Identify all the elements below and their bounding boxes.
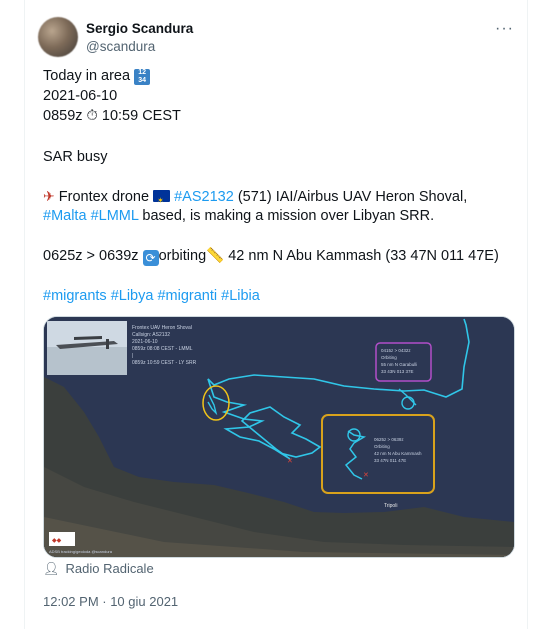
hashtag-link[interactable]: #LMML bbox=[91, 208, 139, 224]
yellow-box-line: 0625z > 0639z bbox=[374, 437, 404, 442]
purple-box-line: 33 43N 013 37E bbox=[381, 369, 414, 374]
source-label[interactable]: 👤︎ Radio Radicale bbox=[43, 561, 154, 577]
tweet-text: Today in area bbox=[43, 68, 131, 84]
more-horizontal-icon[interactable]: ··· bbox=[495, 20, 514, 38]
tweet-media-map[interactable]: Frontex UAV Heron Shoval Callsign: AS213… bbox=[43, 316, 515, 558]
stopwatch-icon: ⏱ bbox=[86, 108, 98, 124]
purple-box-line: 55 nm N Garabulli bbox=[381, 362, 417, 367]
caption-line: Frontex UAV Heron Shoval bbox=[132, 325, 192, 331]
yellow-box-line: 42 nm N Abu Kammash bbox=[374, 451, 422, 456]
avatar[interactable] bbox=[38, 17, 78, 57]
ruler-icon: 📏 bbox=[206, 248, 225, 264]
marker-icon: ✕ bbox=[287, 458, 293, 465]
tweet-text: Frontex drone bbox=[58, 189, 150, 205]
logo-icon: ◆◆ bbox=[52, 538, 62, 544]
tweet-line-3: 0859z ⏱ 10:59 CEST bbox=[43, 106, 181, 126]
tweet-line-7: 0625z > 0639z ⟳ orbiting📏 42 nm N Abu Kam… bbox=[43, 246, 499, 266]
tweet-text: (571) IAI/Airbus UAV Heron Shoval, bbox=[237, 189, 468, 205]
caption-line: 0859z 08:08 CEST - LMML bbox=[132, 346, 193, 352]
yellow-box-line: 33 47N 011 47E bbox=[374, 458, 406, 463]
hashtag-row: #migrants #Libya #migranti #Libia bbox=[43, 286, 260, 306]
tweet-line-5: ✈ Frontex drone #AS2132 (571) IAI/Airbus… bbox=[43, 186, 468, 211]
hashtag-link[interactable]: #AS2132 bbox=[174, 189, 234, 205]
marker-icon: ✕ bbox=[363, 472, 369, 479]
tweet-text: 42 nm N Abu Kammash (33 47N 011 47E) bbox=[228, 248, 499, 264]
caption-line: | bbox=[132, 353, 133, 359]
source-text: Radio Radicale bbox=[65, 561, 154, 576]
hashtag-link[interactable]: #migranti bbox=[157, 288, 217, 304]
caption-line: 0859z 10:59 CEST - LY SRR bbox=[132, 360, 197, 366]
yellow-box-line: Orbiting bbox=[374, 444, 390, 449]
tweet-text: 10:59 CEST bbox=[101, 108, 181, 124]
map-image: Frontex UAV Heron Shoval Callsign: AS213… bbox=[44, 317, 514, 557]
tweet-text: 0625z > 0639z bbox=[43, 248, 139, 264]
person-icon: 👤︎ bbox=[43, 561, 60, 576]
tweet-line-1: Today in area 12 34 bbox=[43, 66, 151, 86]
author-name[interactable]: Sergio Scandura bbox=[86, 21, 193, 36]
credit-text: ADSB tracking/geoloda @scandura bbox=[49, 549, 113, 554]
purple-box-line: Orbiting bbox=[381, 355, 397, 360]
drone-icon: ✈ bbox=[43, 188, 55, 204]
tweet-line-6: #Malta #LMML based, is making a mission … bbox=[43, 206, 434, 226]
caption-line: Callsign: AS2132 bbox=[132, 332, 170, 338]
timestamp[interactable]: 12:02 PM · 10 giu 2021 bbox=[43, 594, 178, 609]
tweet-line-2: 2021-06-10 bbox=[43, 88, 118, 104]
city-label: Tripoli bbox=[384, 503, 397, 509]
tweet-line-4: SAR busy bbox=[43, 149, 108, 165]
hashtag-link[interactable]: #Libya bbox=[111, 288, 154, 304]
hashtag-link[interactable]: #Libia bbox=[221, 288, 260, 304]
caption-line: 2021-06-10 bbox=[132, 339, 158, 345]
tweet-text: 0859z bbox=[43, 108, 83, 124]
hashtag-link[interactable]: #Malta bbox=[43, 208, 87, 224]
keycap-1234-icon: 12 34 bbox=[134, 69, 151, 85]
cycle-arrows-icon: ⟳ bbox=[142, 250, 159, 266]
eu-flag-icon bbox=[153, 190, 171, 211]
tweet-text: based, is making a mission over Libyan S… bbox=[142, 208, 435, 224]
tweet-text: orbiting bbox=[158, 248, 207, 264]
author-handle[interactable]: @scandura bbox=[86, 39, 155, 54]
hashtag-link[interactable]: #migrants bbox=[43, 288, 107, 304]
purple-box-line: 0415z > 0432z bbox=[381, 348, 411, 353]
